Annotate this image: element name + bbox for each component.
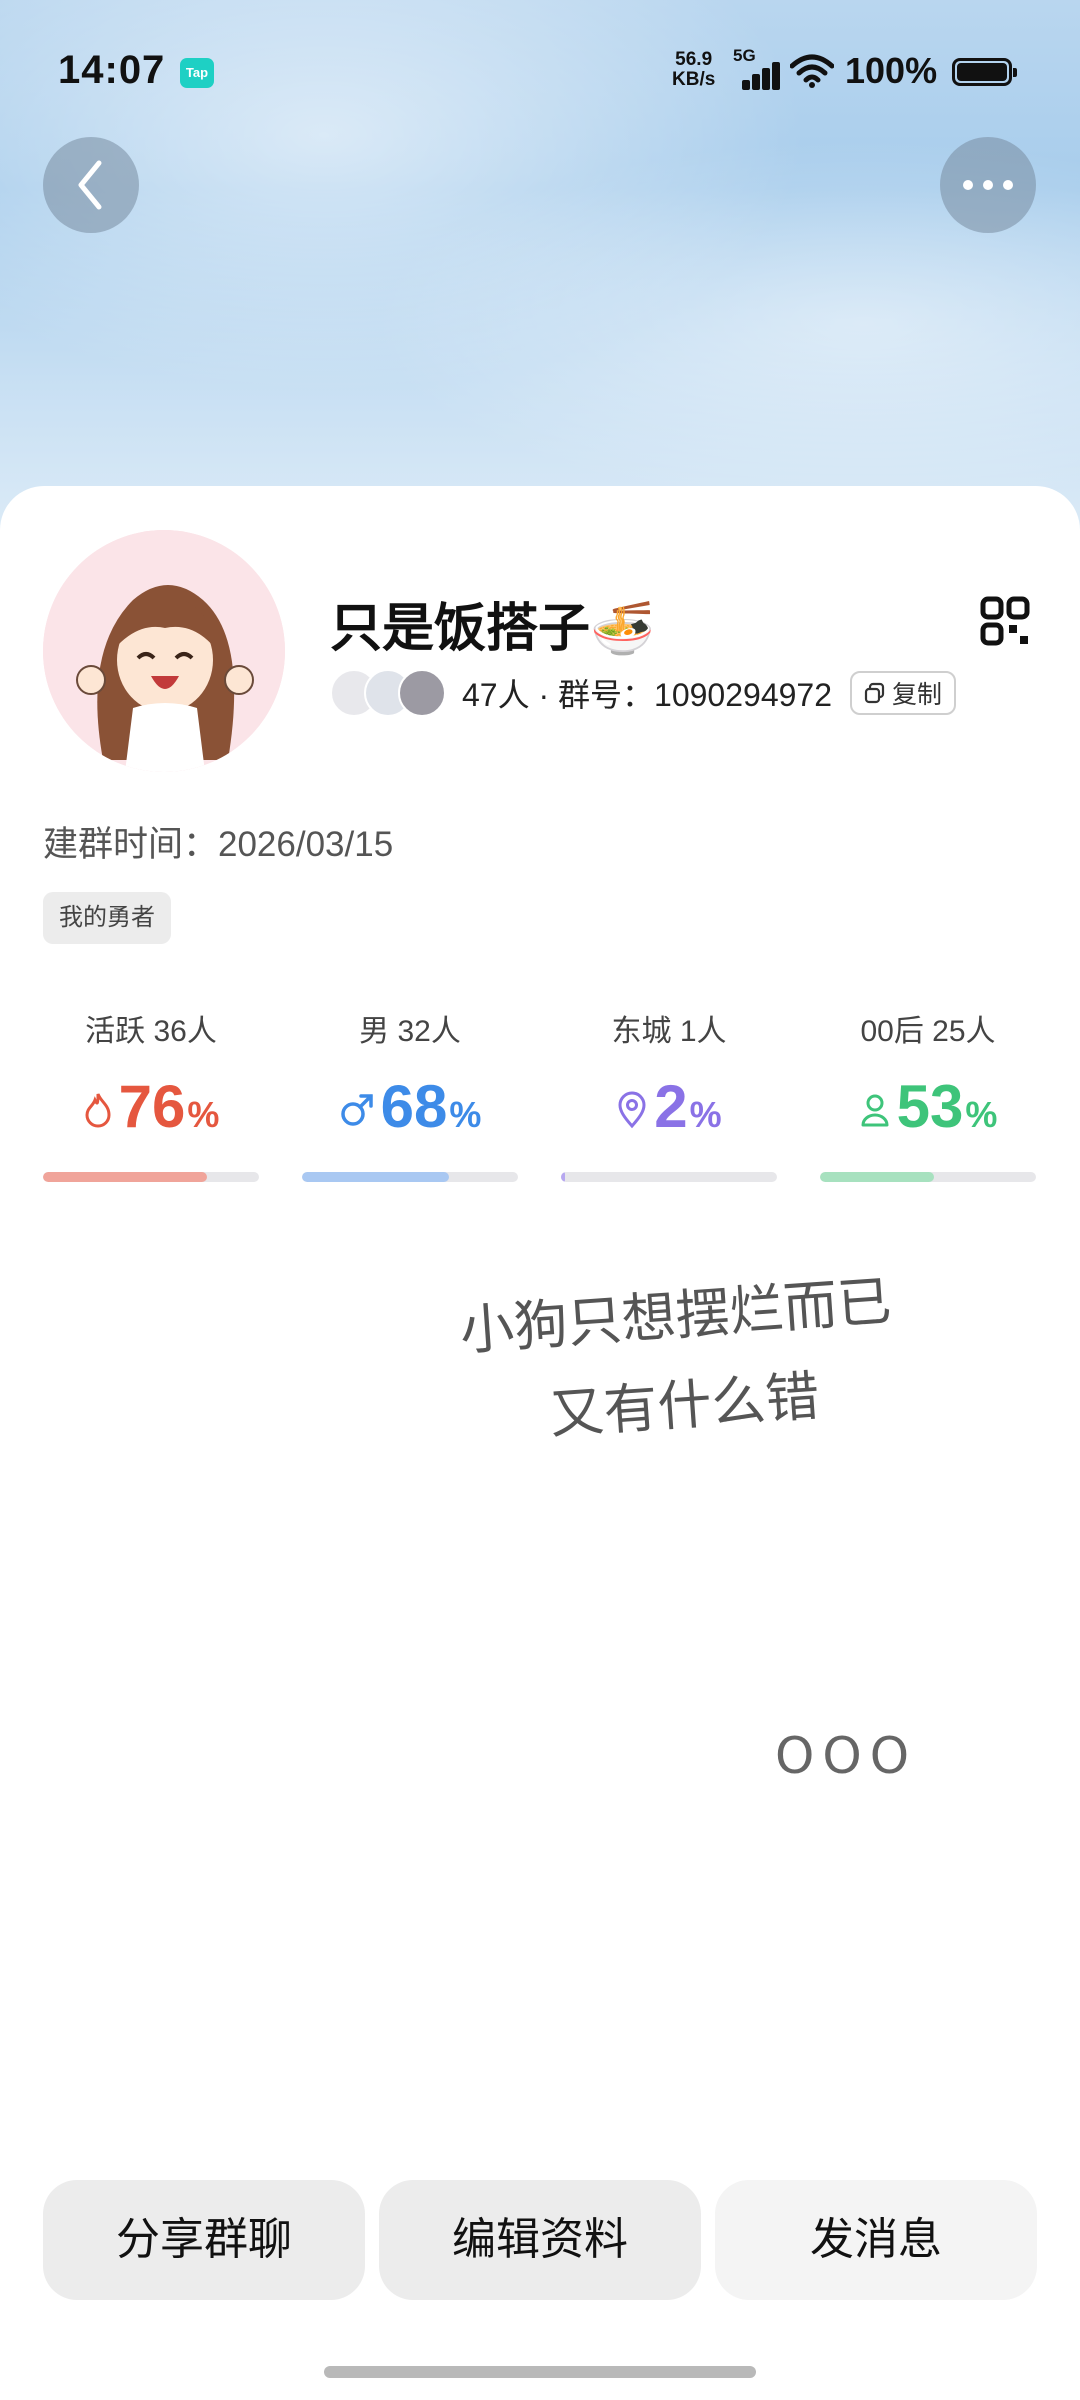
back-button[interactable]	[43, 137, 139, 233]
copy-icon	[864, 682, 885, 704]
handwriting-line-2: 又有什么错	[548, 1365, 822, 1447]
stat-progress-fill	[43, 1172, 208, 1182]
stat-percent-unit: %	[689, 1094, 722, 1135]
group-name: 只是饭搭子🍜	[330, 600, 655, 658]
member-info-row: 47人 · 群号：1090294972 复制	[330, 668, 957, 718]
flame-icon	[83, 1092, 113, 1133]
anime-girl-avatar-image	[43, 530, 285, 772]
signal-icon	[738, 62, 784, 90]
stat-percent-unit: %	[965, 1094, 998, 1135]
stat-progress-fill	[561, 1172, 566, 1182]
stat-progress-fill	[302, 1172, 449, 1182]
home-indicator[interactable]	[324, 2366, 756, 2378]
person-icon	[859, 1093, 891, 1132]
network-speed: 56.9 KB/s	[672, 50, 715, 90]
network-speed-unit: KB/s	[672, 69, 716, 90]
stat-item: 男 32人 68 %	[302, 1010, 518, 1190]
battery-percent: 100%	[845, 50, 938, 91]
more-options-button[interactable]	[940, 137, 1036, 233]
stat-progress-bar	[302, 1172, 518, 1182]
member-count-and-group-id: 47人 · 群号：1090294972	[462, 677, 833, 713]
stat-label: 00后 25人	[860, 1015, 996, 1048]
send-message-button[interactable]: 发消息	[715, 2180, 1037, 2300]
location-pin-icon	[616, 1091, 648, 1134]
handwritten-background-image: 小狗只想摆烂而已 又有什么错 OOO	[458, 1269, 917, 1785]
stat-percent-unit: %	[187, 1094, 220, 1135]
stat-progress-bar	[820, 1172, 1036, 1182]
stat-progress-bar	[43, 1172, 259, 1182]
battery-icon	[952, 58, 1017, 86]
stat-percent: 76	[118, 1073, 186, 1140]
stat-value: 68 %	[302, 1072, 518, 1152]
qr-code-icon[interactable]	[980, 596, 1030, 646]
edit-profile-button[interactable]: 编辑资料	[379, 2180, 701, 2300]
stat-item: 东城 1人 2 %	[561, 1010, 777, 1190]
group-created-date: 建群时间：2026/03/15	[43, 825, 394, 864]
stat-value: 2 %	[561, 1072, 777, 1152]
stat-progress-bar	[561, 1172, 777, 1182]
stat-label: 东城 1人	[611, 1015, 727, 1048]
stat-percent: 53	[896, 1073, 964, 1140]
chevron-left-icon	[78, 160, 102, 210]
stat-item: 00后 25人 53 %	[820, 1010, 1036, 1190]
group-avatar[interactable]	[43, 530, 285, 772]
stat-value: 76 %	[43, 1072, 259, 1152]
copy-label: 复制	[892, 681, 943, 709]
ellipsis-icon	[963, 180, 1013, 190]
share-group-button[interactable]: 分享群聊	[43, 2180, 365, 2300]
taptap-app-icon: Tap	[180, 58, 214, 88]
handwriting-line-3: OOO	[775, 1727, 917, 1785]
stat-label: 男 32人	[359, 1015, 461, 1048]
stat-progress-fill	[820, 1172, 935, 1182]
status-time: 14:07	[58, 48, 166, 92]
status-bar: 14:07 Tap 56.9 KB/s 5G 100%	[0, 0, 1080, 140]
stat-value: 53 %	[820, 1072, 1036, 1152]
group-stats: 活跃 36人 76 % 男 32人 68 % 东城 1人 2 % 00后 25人…	[43, 1010, 1037, 1190]
member-avatar	[398, 669, 446, 717]
stat-label: 活跃 36人	[85, 1015, 217, 1048]
stat-percent-unit: %	[449, 1094, 482, 1135]
stat-percent: 68	[380, 1073, 448, 1140]
network-speed-value: 56.9	[675, 49, 713, 70]
male-icon	[339, 1092, 375, 1133]
copy-group-id-button[interactable]: 复制	[850, 671, 957, 715]
stat-item: 活跃 36人 76 %	[43, 1010, 259, 1190]
group-tag[interactable]: 我的勇者	[43, 892, 171, 944]
wifi-icon	[790, 54, 834, 88]
handwriting-line-1: 小狗只想摆烂而已	[458, 1269, 893, 1362]
stat-percent: 2	[654, 1073, 688, 1140]
